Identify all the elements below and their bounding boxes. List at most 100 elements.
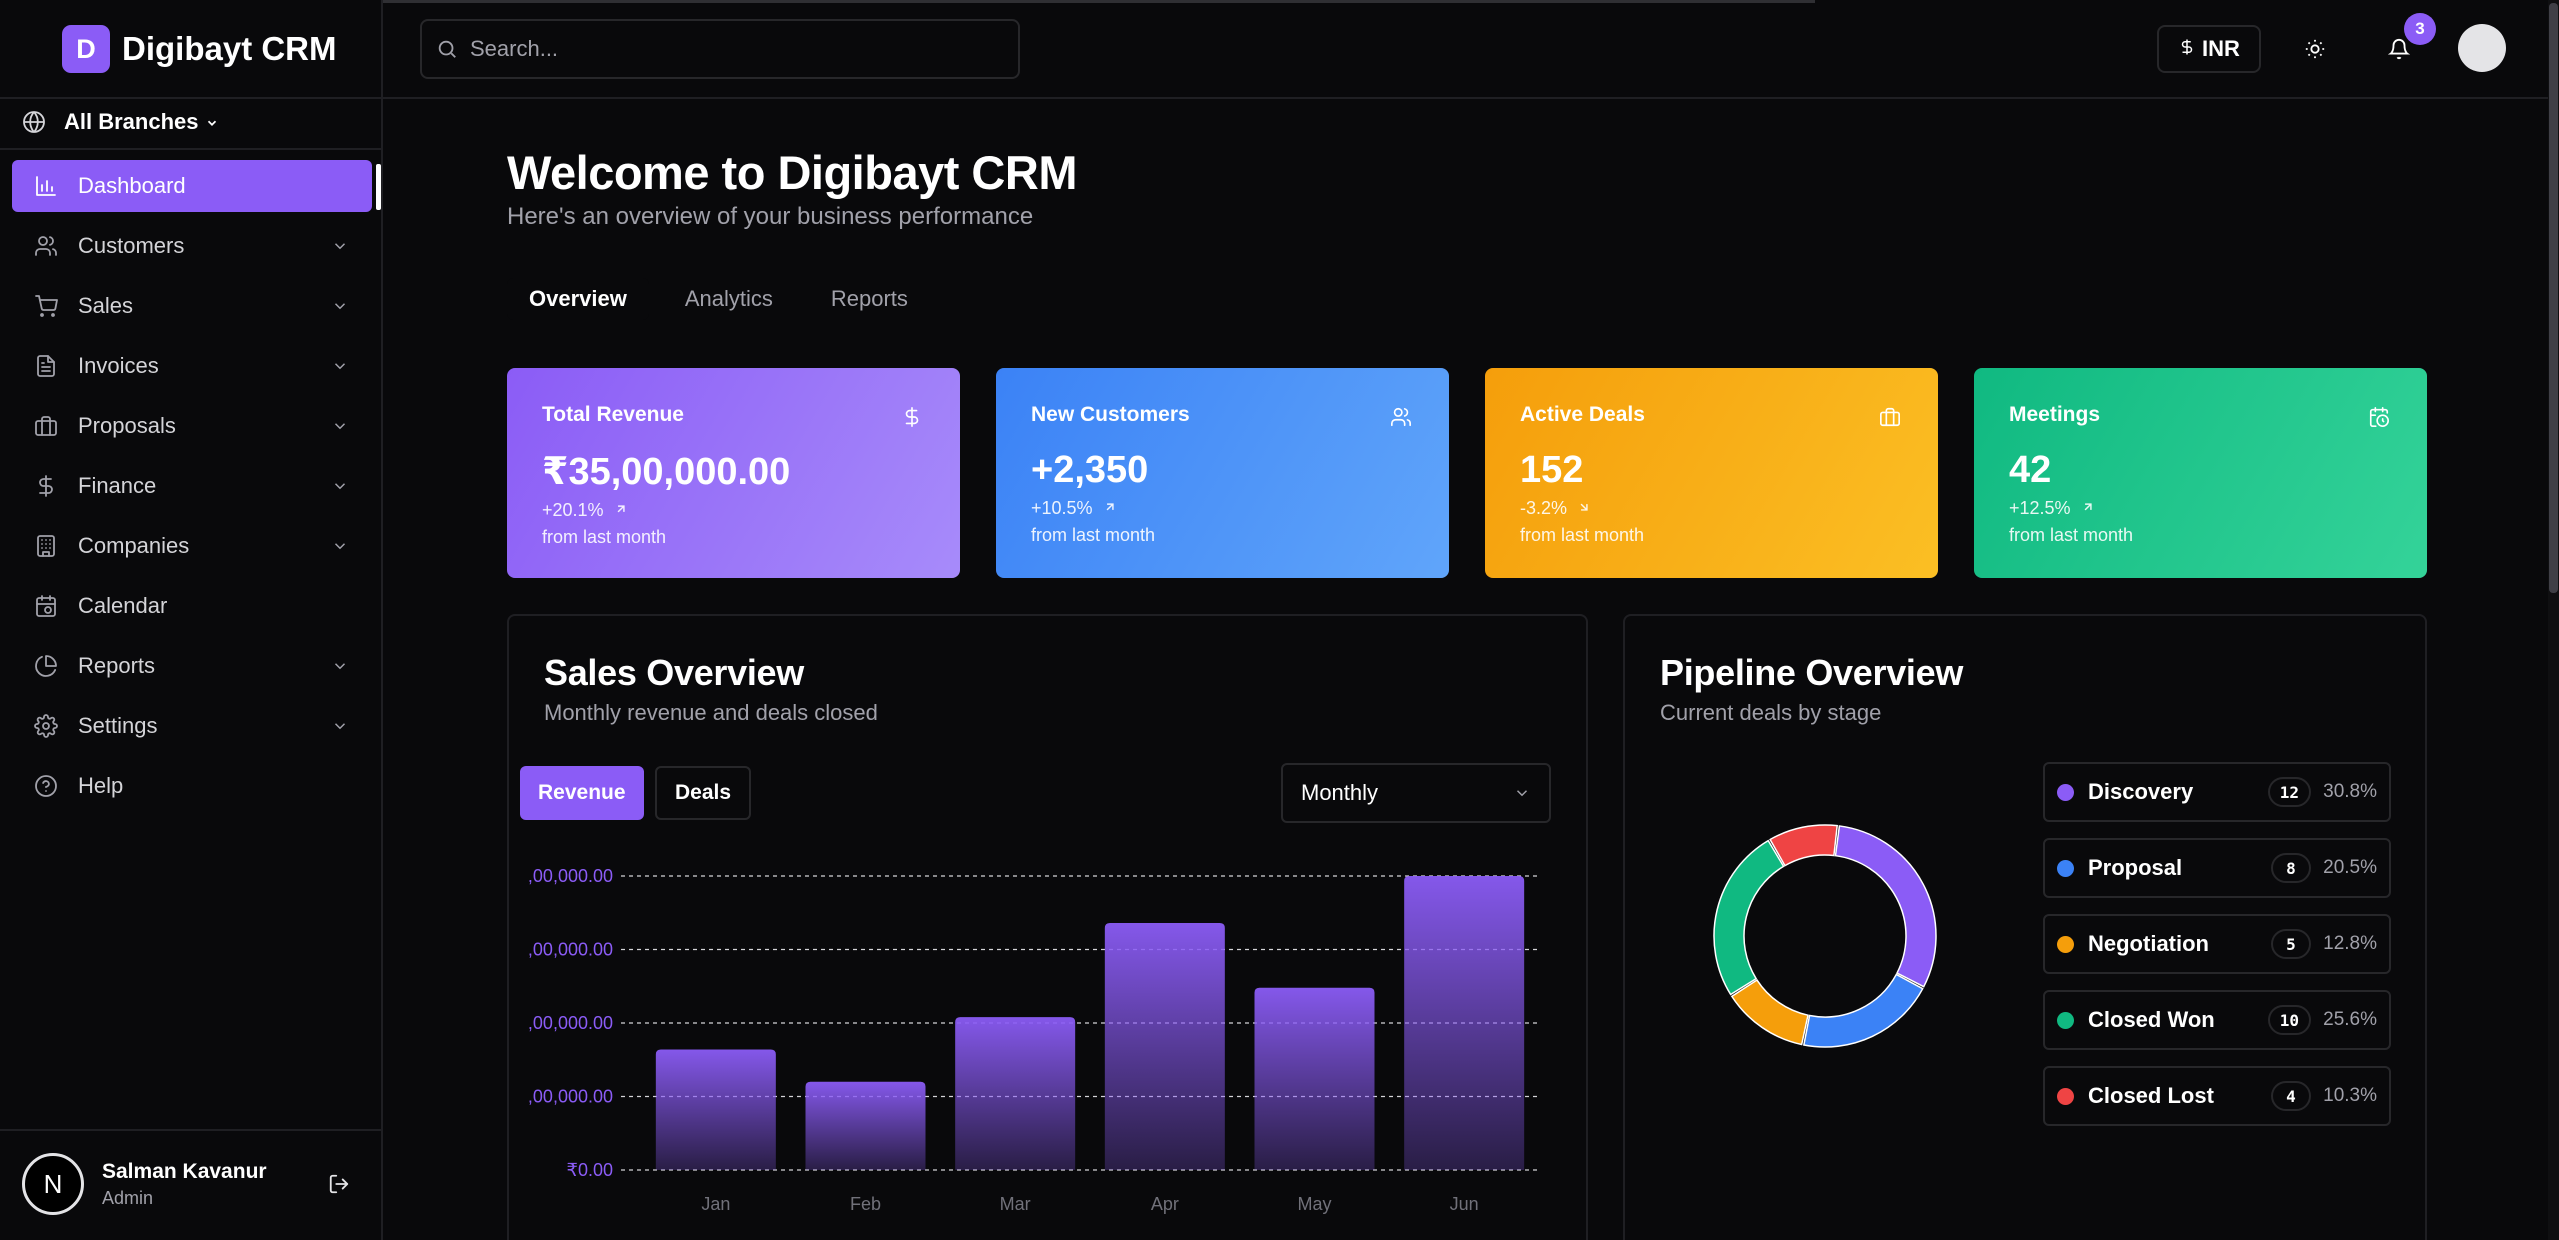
sidebar-item-label: Calendar: [78, 593, 168, 618]
sidebar-item-proposals[interactable]: Proposals: [12, 400, 372, 452]
bar-mar[interactable]: [955, 1017, 1076, 1170]
bar-may[interactable]: [1254, 987, 1375, 1170]
sidebar-item-label: Help: [78, 773, 124, 798]
legend-dot: [2057, 1011, 2074, 1029]
legend-item-closed-won[interactable]: Closed Won 10 25.6%: [2043, 990, 2391, 1050]
sidebar-item-calendar[interactable]: Calendar: [12, 580, 372, 632]
donut-slice-proposal[interactable]: [1802, 973, 1924, 1048]
sidebar-item-finance[interactable]: Finance: [12, 460, 372, 512]
sidebar-item-label: Reports: [78, 653, 156, 678]
period-select[interactable]: Monthly: [1281, 763, 1551, 823]
theme-toggle-button[interactable]: [2294, 28, 2336, 70]
revenue-toggle-button[interactable]: Revenue: [520, 766, 644, 820]
x-tick-label: Mar: [1000, 1194, 1031, 1214]
users-icon: [1390, 406, 1414, 430]
arrow-up-right-icon: [614, 500, 628, 521]
brand[interactable]: D Digibayt CRM: [62, 25, 337, 73]
divider: [0, 97, 383, 99]
header-divider: [383, 97, 2559, 99]
logout-button[interactable]: [324, 1169, 354, 1199]
branch-selector[interactable]: All Branches: [22, 106, 219, 138]
revenue-bar-chart: ₹0.00 ,00,000.00 ,00,000.00 ,00,000.00 ,00,0…: [528, 866, 1539, 1214]
sidebar-item-invoices[interactable]: Invoices: [12, 340, 372, 392]
chevron-down-icon: [330, 296, 350, 316]
chevron-down-icon: [207, 120, 216, 127]
legend-name: Proposal: [2088, 855, 2183, 880]
sidebar-item-label: Dashboard: [78, 173, 186, 198]
sidebar-item-dashboard[interactable]: Dashboard: [12, 160, 372, 212]
sidebar-item-label: Proposals: [78, 413, 176, 438]
cart-icon: [32, 292, 60, 320]
tab-analytics[interactable]: Analytics: [663, 278, 795, 320]
bar-jun[interactable]: [1404, 876, 1525, 1170]
deals-toggle-button[interactable]: Deals: [655, 766, 752, 820]
panel-title: Sales Overview: [544, 652, 804, 693]
chevron-down-icon: [1516, 790, 1528, 797]
page-title: Welcome to Digibayt CRM: [507, 146, 1077, 199]
legend-item-closed-lost[interactable]: Closed Lost 4 10.3%: [2043, 1066, 2391, 1126]
stat-card-total-revenue: Total Revenue ₹35,00,000.00 +20.1% from las…: [507, 368, 960, 578]
profile-avatar[interactable]: [2458, 24, 2506, 72]
user-info: Salman Kavanur Admin: [102, 1160, 324, 1209]
bar-feb[interactable]: [805, 1081, 926, 1170]
sidebar-item-help[interactable]: Help: [12, 760, 372, 812]
donut-slice-closed-won[interactable]: [1713, 839, 1785, 996]
legend-item-discovery[interactable]: Discovery 12 30.8%: [2043, 762, 2391, 822]
sidebar-item-customers[interactable]: Customers: [12, 220, 372, 272]
legend-item-negotiation[interactable]: Negotiation 5 12.8%: [2043, 914, 2391, 974]
brand-name: Digibayt CRM: [122, 30, 337, 67]
stat-card-new-customers: New Customers +2,350 +10.5% from last month: [996, 368, 1449, 578]
legend-percent: 20.5%: [2323, 857, 2377, 878]
legend-item-proposal[interactable]: Proposal 8 20.5%: [2043, 838, 2391, 898]
stat-card-active-deals: Active Deals 152 -3.2% from last month: [1485, 368, 1938, 578]
sidebar-item-label: Settings: [78, 713, 158, 738]
tab-reports[interactable]: Reports: [809, 278, 930, 320]
legend-count: 12: [2267, 777, 2311, 807]
donut-slice-discovery[interactable]: [1834, 825, 1937, 988]
y-tick-label: ,00,000.00: [528, 1087, 613, 1107]
sidebar-item-label: Invoices: [78, 353, 159, 378]
user-profile[interactable]: N Salman Kavanur Admin: [22, 1152, 362, 1216]
legend-percent: 12.8%: [2323, 933, 2377, 954]
bar-apr[interactable]: [1104, 923, 1225, 1170]
arrow-down-right-icon: [1577, 498, 1591, 519]
calendar-clock-icon: [2368, 406, 2392, 430]
donut-slice-negotiation[interactable]: [1730, 979, 1809, 1046]
gear-icon: [32, 712, 60, 740]
pipeline-overview-panel: Pipeline Overview Current deals by stage…: [1623, 614, 2427, 1240]
currency-label: INR: [2202, 36, 2240, 61]
card-subtext: from last month: [1031, 525, 1156, 545]
bar-jan[interactable]: [655, 1049, 776, 1170]
building-icon: [32, 532, 60, 560]
file-text-icon: [32, 352, 60, 380]
chevron-down-icon: [330, 656, 350, 676]
sidebar-nav: Dashboard Customers Sales Invoices Proposals…: [12, 160, 372, 820]
arrow-up-right-icon: [1103, 498, 1117, 519]
sidebar-item-reports[interactable]: Reports: [12, 640, 372, 692]
pie-chart-icon: [32, 652, 60, 680]
change-value: +20.1%: [542, 500, 604, 520]
card-title: New Customers: [1031, 403, 1190, 426]
card-title: Meetings: [2009, 403, 2101, 426]
revenue-chart: ₹0.00 ,00,000.00 ,00,000.00 ,00,000.00 ,00,0…: [509, 836, 1584, 1240]
y-tick-label: ,00,000.00: [528, 866, 613, 886]
sales-overview-panel: Sales Overview Monthly revenue and deals…: [507, 614, 1588, 1240]
sidebar-item-sales[interactable]: Sales: [12, 280, 372, 332]
globe-icon: [23, 111, 45, 133]
sidebar-item-settings[interactable]: Settings: [12, 700, 372, 752]
card-subtext: from last month: [1520, 525, 1645, 545]
tab-overview[interactable]: Overview: [507, 278, 649, 320]
currency-selector[interactable]: INR: [2157, 25, 2261, 73]
legend-percent: 30.8%: [2323, 781, 2377, 802]
scrollbar-thumb[interactable]: [2549, 3, 2558, 593]
legend-dot: [2057, 935, 2074, 953]
y-tick-label: ,00,000.00: [528, 940, 613, 960]
legend-percent: 25.6%: [2323, 1009, 2377, 1030]
card-change: +12.5%: [2009, 498, 2392, 519]
legend-count: 4: [2271, 1081, 2311, 1111]
search-bar[interactable]: [420, 19, 1020, 79]
search-input[interactable]: [470, 36, 990, 62]
legend-count: 5: [2271, 929, 2311, 959]
help-circle-icon: [32, 772, 60, 800]
sidebar-item-companies[interactable]: Companies: [12, 520, 372, 572]
